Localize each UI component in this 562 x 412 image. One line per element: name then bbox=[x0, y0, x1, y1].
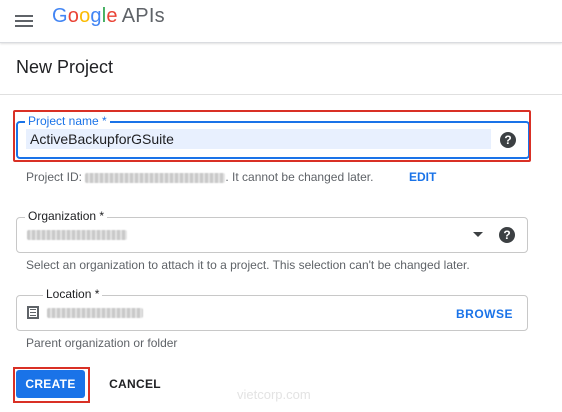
browse-button[interactable]: BROWSE bbox=[456, 307, 513, 321]
project-id-value-redacted bbox=[85, 172, 226, 183]
building-icon bbox=[27, 306, 39, 319]
top-bar: Google APIs bbox=[0, 0, 562, 43]
organization-hint: Select an organization to attach it to a… bbox=[26, 258, 470, 272]
project-name-label: Project name * bbox=[25, 114, 110, 128]
hamburger-menu-icon[interactable] bbox=[12, 9, 36, 33]
location-hint: Parent organization or folder bbox=[26, 336, 178, 350]
watermark: vietcorp.com bbox=[237, 387, 311, 402]
help-icon[interactable]: ? bbox=[500, 132, 516, 148]
edit-project-id-link[interactable]: EDIT bbox=[409, 170, 436, 184]
dropdown-arrow-icon[interactable] bbox=[473, 232, 483, 237]
cancel-button[interactable]: CANCEL bbox=[101, 370, 169, 398]
help-icon[interactable]: ? bbox=[499, 227, 515, 243]
project-name-input[interactable] bbox=[26, 129, 491, 149]
organization-label: Organization * bbox=[25, 209, 108, 223]
project-id-suffix: . It cannot be changed later. bbox=[225, 170, 374, 184]
logo-suffix: APIs bbox=[121, 5, 165, 27]
location-value-redacted bbox=[47, 308, 143, 318]
create-button[interactable]: CREATE bbox=[16, 370, 85, 398]
google-apis-logo[interactable]: Google APIs bbox=[52, 5, 165, 28]
page-title: New Project bbox=[16, 57, 114, 77]
title-divider bbox=[0, 94, 562, 95]
project-id-hint: Project ID: . It cannot be changed later… bbox=[26, 170, 373, 184]
organization-value-redacted bbox=[27, 230, 127, 240]
project-id-prefix: Project ID: bbox=[26, 170, 83, 184]
project-name-field[interactable]: Project name * ? bbox=[16, 114, 530, 159]
new-project-page: GoogleAPIs New Project Project name * ? … bbox=[0, 0, 562, 412]
location-label: Location * bbox=[43, 287, 103, 301]
organization-select[interactable]: Organization * ? bbox=[16, 209, 528, 253]
location-field[interactable]: Location * BROWSE bbox=[16, 287, 528, 331]
